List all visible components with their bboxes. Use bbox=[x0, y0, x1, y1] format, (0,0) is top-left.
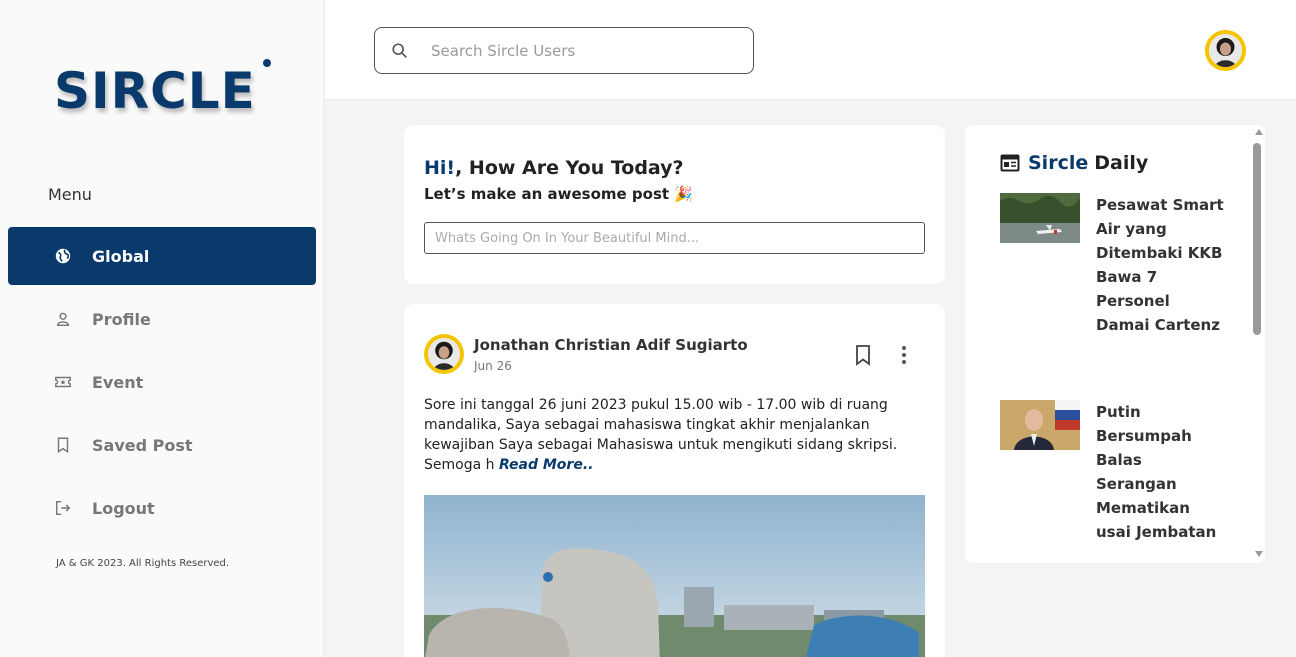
sidebar-item-global[interactable]: Global bbox=[8, 227, 316, 285]
post-input[interactable] bbox=[424, 222, 925, 254]
sidebar: SIRCLE Menu Global Profile Event Saved P… bbox=[0, 0, 324, 657]
sidebar-item-logout[interactable]: Logout bbox=[8, 479, 316, 537]
news-item[interactable]: Putin Bersumpah Balas Serangan Mematikan… bbox=[1000, 400, 1224, 544]
sidebar-item-saved-post[interactable]: Saved Post bbox=[8, 416, 316, 474]
sidebar-item-profile[interactable]: Profile bbox=[8, 290, 316, 348]
news-headline[interactable]: Putin Bersumpah Balas Serangan Mematikan… bbox=[1096, 400, 1224, 544]
news-item[interactable]: Pesawat Smart Air yang Ditembaki KKB Baw… bbox=[1000, 193, 1224, 337]
news-title-text: Daily bbox=[1094, 152, 1149, 174]
newspaper-icon bbox=[1000, 154, 1020, 172]
news-scrollbar[interactable] bbox=[1251, 125, 1265, 563]
post-composer: Hi!, How Are You Today? Let’s make an aw… bbox=[404, 125, 945, 284]
scroll-thumb[interactable] bbox=[1253, 143, 1261, 335]
bookmark-icon bbox=[54, 436, 72, 454]
scroll-up-arrow[interactable] bbox=[1255, 129, 1263, 135]
sidebar-item-label: Global bbox=[92, 246, 150, 266]
post-date: Jun 26 bbox=[474, 359, 512, 373]
post-body: Sore ini tanggal 26 juni 2023 pukul 15.0… bbox=[424, 395, 929, 475]
greeting-subtitle: Let’s make an awesome post 🎉 bbox=[424, 185, 693, 203]
user-avatar[interactable] bbox=[1205, 30, 1246, 71]
news-thumbnail[interactable] bbox=[1000, 193, 1080, 243]
more-options-icon[interactable] bbox=[896, 344, 912, 366]
ticket-icon bbox=[54, 373, 72, 391]
news-thumbnail[interactable] bbox=[1000, 400, 1080, 450]
greeting-title: Hi!, How Are You Today? bbox=[424, 157, 684, 179]
news-panel-title: Sircle Daily bbox=[1000, 152, 1148, 174]
greeting-text: , How Are You Today? bbox=[455, 157, 684, 179]
search-icon bbox=[392, 42, 407, 58]
top-bar bbox=[325, 0, 1296, 100]
globe-icon bbox=[54, 247, 72, 265]
greeting-hi: Hi! bbox=[424, 157, 456, 179]
search-input[interactable] bbox=[431, 41, 731, 60]
post-text: Sore ini tanggal 26 juni 2023 pukul 15.0… bbox=[424, 397, 898, 473]
post-author[interactable]: Jonathan Christian Adif Sugiarto bbox=[474, 336, 748, 354]
author-avatar[interactable] bbox=[424, 334, 464, 374]
news-headline[interactable]: Pesawat Smart Air yang Ditembaki KKB Baw… bbox=[1096, 193, 1224, 337]
user-icon bbox=[54, 310, 72, 328]
scroll-down-arrow[interactable] bbox=[1255, 551, 1263, 557]
news-brand: Sircle bbox=[1028, 152, 1089, 174]
app-logo[interactable]: SIRCLE bbox=[54, 62, 256, 120]
sidebar-item-label: Logout bbox=[92, 498, 155, 518]
menu-title: Menu bbox=[48, 185, 92, 204]
sidebar-item-label: Profile bbox=[92, 309, 151, 329]
sidebar-item-label: Event bbox=[92, 372, 144, 392]
sidebar-item-event[interactable]: Event bbox=[8, 353, 316, 411]
bookmark-icon[interactable] bbox=[853, 344, 873, 366]
logout-icon bbox=[54, 499, 72, 517]
logo-dot bbox=[263, 59, 271, 67]
post-image[interactable] bbox=[424, 495, 925, 657]
post-card: Jonathan Christian Adif Sugiarto Jun 26 … bbox=[404, 304, 945, 657]
avatar-photo bbox=[1209, 34, 1242, 67]
avatar-photo bbox=[428, 338, 460, 370]
search-box[interactable] bbox=[374, 27, 754, 74]
news-panel: Sircle Daily Pesawat Smart Air yang Dite… bbox=[965, 125, 1265, 563]
sidebar-item-label: Saved Post bbox=[92, 435, 193, 455]
copyright-text: JA & GK 2023. All Rights Reserved. bbox=[56, 558, 230, 569]
read-more-link[interactable]: Read More.. bbox=[499, 457, 594, 473]
